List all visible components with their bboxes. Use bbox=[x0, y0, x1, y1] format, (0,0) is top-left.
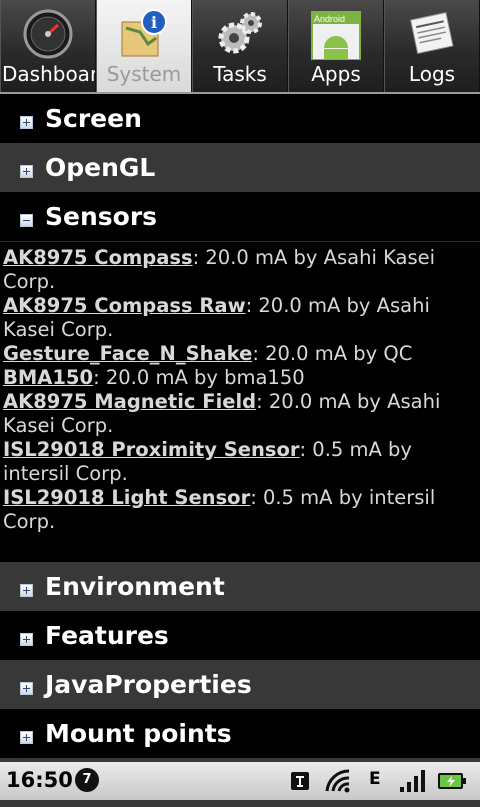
sensor-name-link[interactable]: BMA150 bbox=[3, 366, 93, 389]
sensor-item: BMA150: 20.0 mA by bma150 bbox=[3, 366, 477, 390]
group-title: Screen bbox=[45, 104, 142, 133]
tab-tasks-label: Tasks bbox=[213, 62, 267, 86]
sensor-item: ISL29018 Light Sensor: 0.5 mA by intersi… bbox=[3, 486, 477, 534]
system-info-list: Screen OpenGL Sensors AK8975 Compass: 20… bbox=[0, 94, 480, 807]
sensor-item: AK8975 Compass Raw: 20.0 mA by Asahi Kas… bbox=[3, 294, 477, 342]
expand-plus-icon bbox=[20, 633, 33, 646]
expand-plus-icon bbox=[20, 116, 33, 129]
expand-plus-icon bbox=[20, 584, 33, 597]
tab-system-label: System bbox=[106, 62, 182, 86]
tab-tasks[interactable]: Tasks bbox=[192, 0, 288, 92]
wifi-icon bbox=[325, 769, 350, 793]
svg-text:Android: Android bbox=[314, 14, 345, 24]
group-title: Mount points bbox=[45, 719, 232, 748]
battery-charging-icon bbox=[438, 773, 466, 789]
android-apps-icon: Android bbox=[311, 11, 361, 60]
sensor-name-link[interactable]: AK8975 Compass Raw bbox=[3, 294, 246, 317]
expand-plus-icon bbox=[20, 165, 33, 178]
sensor-item: Gesture_Face_N_Shake: 20.0 mA by QC bbox=[3, 342, 477, 366]
network-type: E bbox=[369, 769, 381, 789]
group-sensors[interactable]: Sensors bbox=[0, 192, 480, 241]
expand-plus-icon bbox=[20, 731, 33, 744]
group-title: Sensors bbox=[45, 202, 158, 231]
sensor-detail: : 20.0 mA by bma150 bbox=[93, 366, 305, 389]
group-opengl[interactable]: OpenGL bbox=[0, 143, 480, 192]
tab-bar: Dashboard i System Tasks Android Apps bbox=[0, 0, 480, 94]
tab-apps[interactable]: Android Apps bbox=[288, 0, 384, 92]
usb-debug-icon bbox=[291, 772, 309, 790]
collapse-minus-icon bbox=[20, 214, 33, 227]
sensor-item: ISL29018 Proximity Sensor: 0.5 mA by int… bbox=[3, 438, 477, 486]
signal-icon bbox=[400, 770, 425, 792]
sensor-name-link[interactable]: AK8975 Compass bbox=[3, 246, 193, 269]
status-clock: 16:50 bbox=[6, 768, 73, 792]
group-title: Features bbox=[45, 621, 169, 650]
group-features[interactable]: Features bbox=[0, 611, 480, 660]
sensor-name-link[interactable]: ISL29018 Light Sensor bbox=[3, 486, 250, 509]
system-info-icon: i bbox=[121, 9, 167, 57]
gears-icon bbox=[218, 12, 262, 54]
sensor-name-link[interactable]: ISL29018 Proximity Sensor bbox=[3, 438, 300, 461]
tab-dashboard[interactable]: Dashboard bbox=[0, 0, 96, 92]
tab-logs[interactable]: Logs bbox=[384, 0, 480, 92]
group-javaproperties[interactable]: JavaProperties bbox=[0, 660, 480, 709]
tab-dashboard-label: Dashboard bbox=[2, 62, 95, 86]
expand-plus-icon bbox=[20, 682, 33, 695]
tab-apps-label: Apps bbox=[311, 62, 361, 86]
tab-system[interactable]: i System bbox=[96, 0, 192, 92]
group-environment[interactable]: Environment bbox=[0, 562, 480, 611]
dashboard-gauge-icon bbox=[23, 9, 73, 59]
sensor-item: AK8975 Compass: 20.0 mA by Asahi Kasei C… bbox=[3, 246, 477, 294]
sensor-detail: : 20.0 mA by QC bbox=[252, 342, 413, 365]
sensor-name-link[interactable]: AK8975 Magnetic Field bbox=[3, 390, 256, 413]
sensor-item: AK8975 Magnetic Field: 20.0 mA by Asahi … bbox=[3, 390, 477, 438]
sensors-list: AK8975 Compass: 20.0 mA by Asahi Kasei C… bbox=[0, 241, 480, 562]
group-title: JavaProperties bbox=[45, 670, 252, 699]
group-mount-points[interactable]: Mount points bbox=[0, 709, 480, 758]
status-bar: 16:50 7 E bbox=[0, 762, 480, 800]
svg-text:i: i bbox=[151, 13, 157, 32]
tab-logs-label: Logs bbox=[408, 62, 456, 86]
logs-paper-icon bbox=[410, 12, 454, 54]
notification-count-badge[interactable]: 7 bbox=[75, 768, 99, 792]
group-title: Environment bbox=[45, 572, 225, 601]
sensor-name-link[interactable]: Gesture_Face_N_Shake bbox=[3, 342, 252, 365]
group-title: OpenGL bbox=[45, 153, 156, 182]
group-screen[interactable]: Screen bbox=[0, 94, 480, 143]
